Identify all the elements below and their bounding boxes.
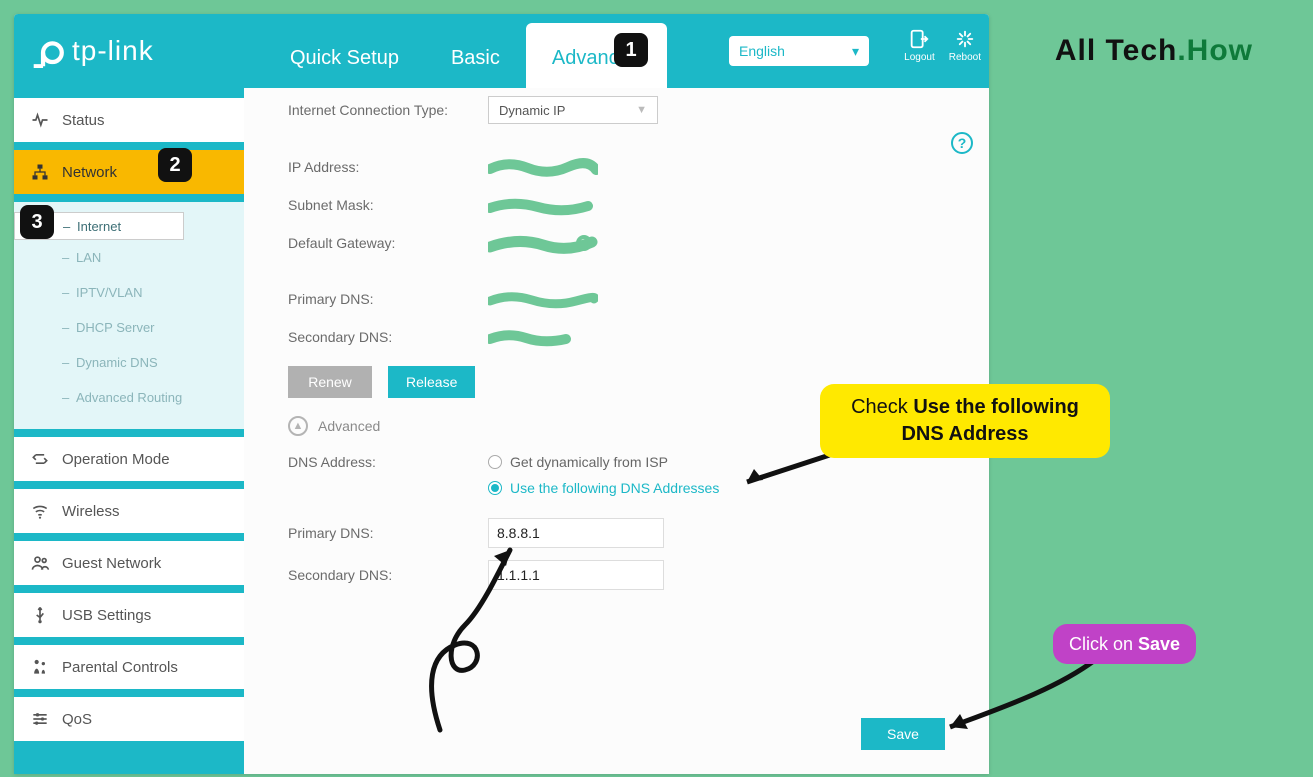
dns-address-label: DNS Address: <box>288 454 488 470</box>
release-button[interactable]: Release <box>388 366 475 398</box>
reboot-icon <box>954 28 976 50</box>
connection-type-label: Internet Connection Type: <box>288 102 488 118</box>
connection-type-value: Dynamic IP <box>499 103 565 118</box>
tplink-icon <box>32 34 66 68</box>
language-select[interactable]: English ▾ <box>729 36 869 66</box>
reboot-button[interactable]: Reboot <box>949 28 981 63</box>
bubble-bold: Save <box>1138 634 1180 654</box>
row-mask: Subnet Mask: <box>288 192 969 218</box>
logout-button[interactable]: Logout <box>904 28 935 63</box>
callout-step-1: 1 <box>614 33 648 67</box>
annotation-bubble-save: Click on Save <box>1053 624 1196 664</box>
radio-icon <box>488 481 502 495</box>
sidebar-item-guest[interactable]: Guest Network <box>14 541 244 585</box>
sidebar-sub-ddns[interactable]: Dynamic DNS <box>14 345 244 380</box>
sidebar-item-wireless[interactable]: Wireless <box>14 489 244 533</box>
sidebar-label: Wireless <box>62 503 120 520</box>
opmode-icon <box>30 449 50 469</box>
sidebar-sub-lan[interactable]: LAN <box>14 240 244 275</box>
callout-step-3: 3 <box>20 205 54 239</box>
arrow-curly-to-dns <box>420 535 530 735</box>
pulse-icon <box>30 110 50 130</box>
watermark-pre: All Tech <box>1055 34 1177 67</box>
tab-quick-setup[interactable]: Quick Setup <box>264 23 425 88</box>
row-gw: Default Gateway: <box>288 230 969 256</box>
brand-text: tp-link <box>72 35 154 67</box>
radio-label: Use the following DNS Addresses <box>510 480 719 496</box>
row-sdns: Secondary DNS: <box>288 324 969 350</box>
sidebar-item-usb[interactable]: USB Settings <box>14 593 244 637</box>
arrow-to-save <box>935 655 1105 745</box>
help-icon[interactable]: ? <box>951 132 973 154</box>
bubble-bold: Use the following DNS Address <box>901 396 1078 445</box>
bubble-pre: Click on <box>1069 634 1138 654</box>
radio-icon <box>488 455 502 469</box>
wifi-icon <box>30 501 50 521</box>
bubble-pre: Check <box>851 396 913 418</box>
radio-label: Get dynamically from ISP <box>510 454 668 470</box>
row-connection-type: Internet Connection Type: Dynamic IP ▼ <box>288 96 969 124</box>
collapse-up-icon: ▲ <box>288 416 308 436</box>
connection-type-select[interactable]: Dynamic IP ▼ <box>488 96 658 124</box>
sidebar-item-status[interactable]: Status <box>14 98 244 142</box>
advanced-expand-label: Advanced <box>318 418 380 434</box>
redacted-value <box>488 290 598 308</box>
tab-basic[interactable]: Basic <box>425 23 526 88</box>
watermark: All Tech.How <box>1055 34 1253 68</box>
sidebar-label: QoS <box>62 711 92 728</box>
language-value: English <box>739 43 785 59</box>
sidebar-item-qos[interactable]: QoS <box>14 697 244 741</box>
sidebar-item-network[interactable]: Network <box>14 150 244 194</box>
row-pdns: Primary DNS: <box>288 286 969 312</box>
row-ip: IP Address: <box>288 154 969 180</box>
redacted-value <box>488 196 598 214</box>
gateway-label: Default Gateway: <box>288 235 488 251</box>
sidebar-label: Status <box>62 112 105 129</box>
triangle-down-icon: ▼ <box>636 104 647 116</box>
top-actions: Logout Reboot <box>904 28 981 63</box>
chevron-down-icon: ▾ <box>852 43 859 60</box>
parental-icon <box>30 657 50 677</box>
sidebar-label: Guest Network <box>62 555 161 572</box>
ip-label: IP Address: <box>288 159 488 175</box>
radio-dns-manual[interactable]: Use the following DNS Addresses <box>488 480 969 496</box>
topbar: tp-link Quick Setup Basic Advanced Engli… <box>14 14 989 88</box>
sidebar-item-opmode[interactable]: Operation Mode <box>14 437 244 481</box>
annotation-bubble-dns: Check Use the following DNS Address <box>820 384 1110 458</box>
sidebar-sub-dhcp[interactable]: DHCP Server <box>14 310 244 345</box>
sidebar-label: USB Settings <box>62 607 151 624</box>
redacted-value <box>488 234 598 252</box>
mask-label: Subnet Mask: <box>288 197 488 213</box>
row-secondary-dns-input: Secondary DNS: <box>288 560 969 590</box>
callout-step-2: 2 <box>158 148 192 182</box>
renew-button[interactable]: Renew <box>288 366 372 398</box>
secondary-dns-label: Secondary DNS: <box>288 329 488 345</box>
row-primary-dns-input: Primary DNS: <box>288 518 969 548</box>
sidebar-sub-routing[interactable]: Advanced Routing <box>14 380 244 415</box>
watermark-post: How <box>1187 34 1253 67</box>
sidebar-item-parental[interactable]: Parental Controls <box>14 645 244 689</box>
top-nav: Quick Setup Basic Advanced <box>264 14 667 88</box>
sidebar-sub-iptv[interactable]: IPTV/VLAN <box>14 275 244 310</box>
redacted-value <box>488 328 598 346</box>
row-dns-address: DNS Address: Get dynamically from ISP Us… <box>288 454 969 506</box>
network-icon <box>30 162 50 182</box>
sidebar: Status Network Internet LAN IPTV/VLAN DH… <box>14 88 244 774</box>
sidebar-label: Parental Controls <box>62 659 178 676</box>
watermark-dot: . <box>1177 34 1186 67</box>
guest-icon <box>30 553 50 573</box>
brand-logo: tp-link <box>32 34 154 68</box>
logout-label: Logout <box>904 52 935 63</box>
sidebar-label: Network <box>62 164 117 181</box>
primary-dns-label: Primary DNS: <box>288 291 488 307</box>
usb-icon <box>30 605 50 625</box>
qos-icon <box>30 709 50 729</box>
reboot-label: Reboot <box>949 52 981 63</box>
logout-icon <box>908 28 930 50</box>
redacted-value <box>488 158 598 176</box>
save-button[interactable]: Save <box>861 718 945 750</box>
sidebar-label: Operation Mode <box>62 451 170 468</box>
